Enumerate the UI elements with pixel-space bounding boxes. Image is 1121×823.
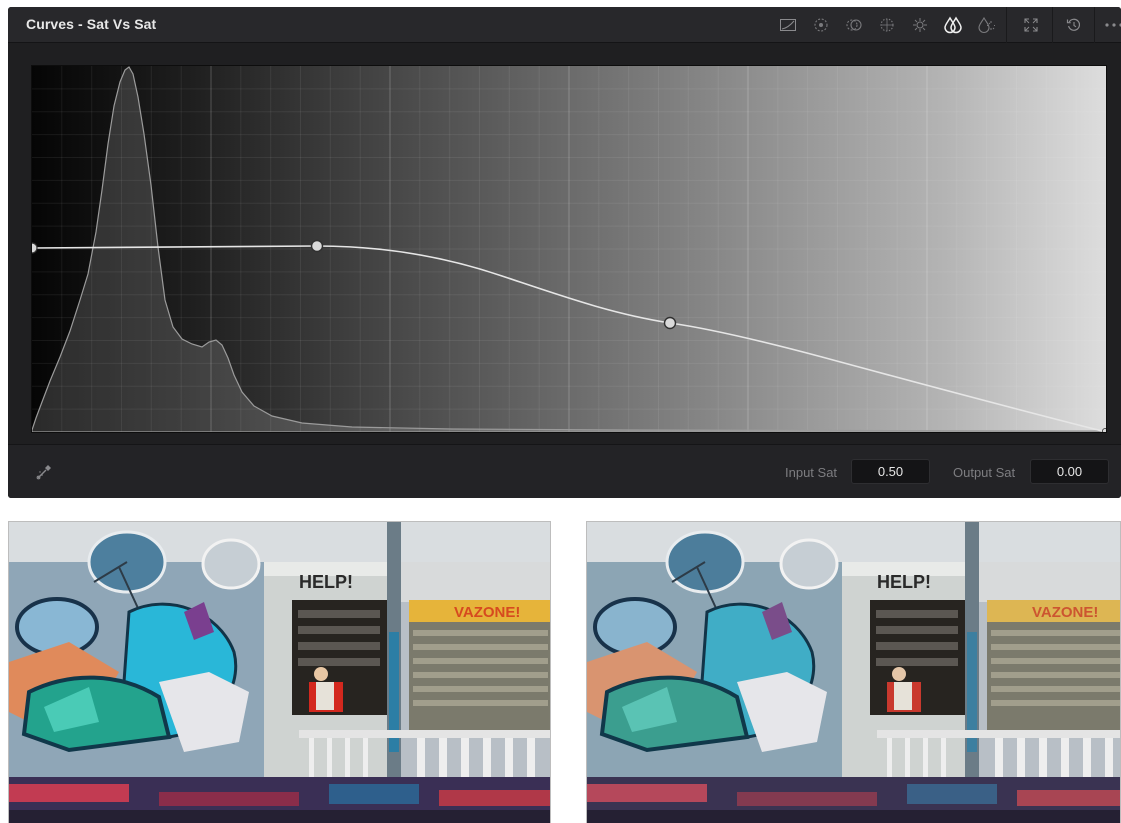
hue-vs-hue-icon[interactable] — [811, 15, 831, 35]
curve-mode-icon[interactable] — [778, 15, 798, 35]
reset-icon[interactable] — [1064, 15, 1084, 35]
original-graffiti-image: HELP! VAZONE! — [9, 522, 550, 823]
expand-icon[interactable] — [1021, 15, 1041, 35]
sat-vs-lum-icon[interactable] — [976, 15, 996, 35]
curve-footer: Input Sat 0.50 Output Sat 0.00 — [8, 444, 1121, 498]
eyedropper-icon[interactable] — [34, 462, 54, 482]
hue-vs-sat-icon[interactable] — [844, 15, 864, 35]
svg-text:VAZONE!: VAZONE! — [1032, 604, 1098, 621]
graded-graffiti-image: HELP! VAZONE! — [587, 522, 1120, 823]
panel-title: Curves - Sat Vs Sat — [26, 16, 157, 32]
curve-toolbar — [770, 7, 1121, 43]
output-sat-field[interactable]: 0.00 — [1030, 459, 1109, 484]
svg-text:HELP!: HELP! — [877, 572, 931, 592]
original-image-viewer: HELP! VAZONE! — [8, 521, 551, 823]
toolbar-separator — [1006, 7, 1007, 43]
toolbar-separator — [1094, 7, 1095, 43]
curve-control-point[interactable] — [310, 239, 324, 253]
curve-control-point[interactable] — [663, 316, 677, 330]
sat-vs-sat-icon[interactable] — [943, 15, 963, 35]
hue-vs-lum-icon[interactable] — [877, 15, 897, 35]
svg-text:HELP!: HELP! — [299, 572, 353, 592]
toolbar-separator — [1052, 7, 1053, 43]
curve-control-point[interactable] — [32, 242, 38, 254]
curve-control-point[interactable] — [1102, 428, 1107, 433]
svg-text:VAZONE!: VAZONE! — [454, 604, 520, 621]
panel-header: Curves - Sat Vs Sat — [8, 7, 1121, 43]
input-sat-label: Input Sat — [785, 465, 838, 480]
output-sat-label: Output Sat — [953, 465, 1016, 480]
more-options-icon[interactable] — [1104, 15, 1121, 35]
curves-panel: Curves - Sat Vs Sat Input Sat 0.50 Outpu… — [8, 7, 1121, 498]
curve-graph[interactable] — [31, 65, 1107, 433]
input-sat-field[interactable]: 0.50 — [851, 459, 930, 484]
graded-image-viewer: HELP! VAZONE! — [586, 521, 1121, 823]
lum-vs-sat-icon[interactable] — [910, 15, 930, 35]
